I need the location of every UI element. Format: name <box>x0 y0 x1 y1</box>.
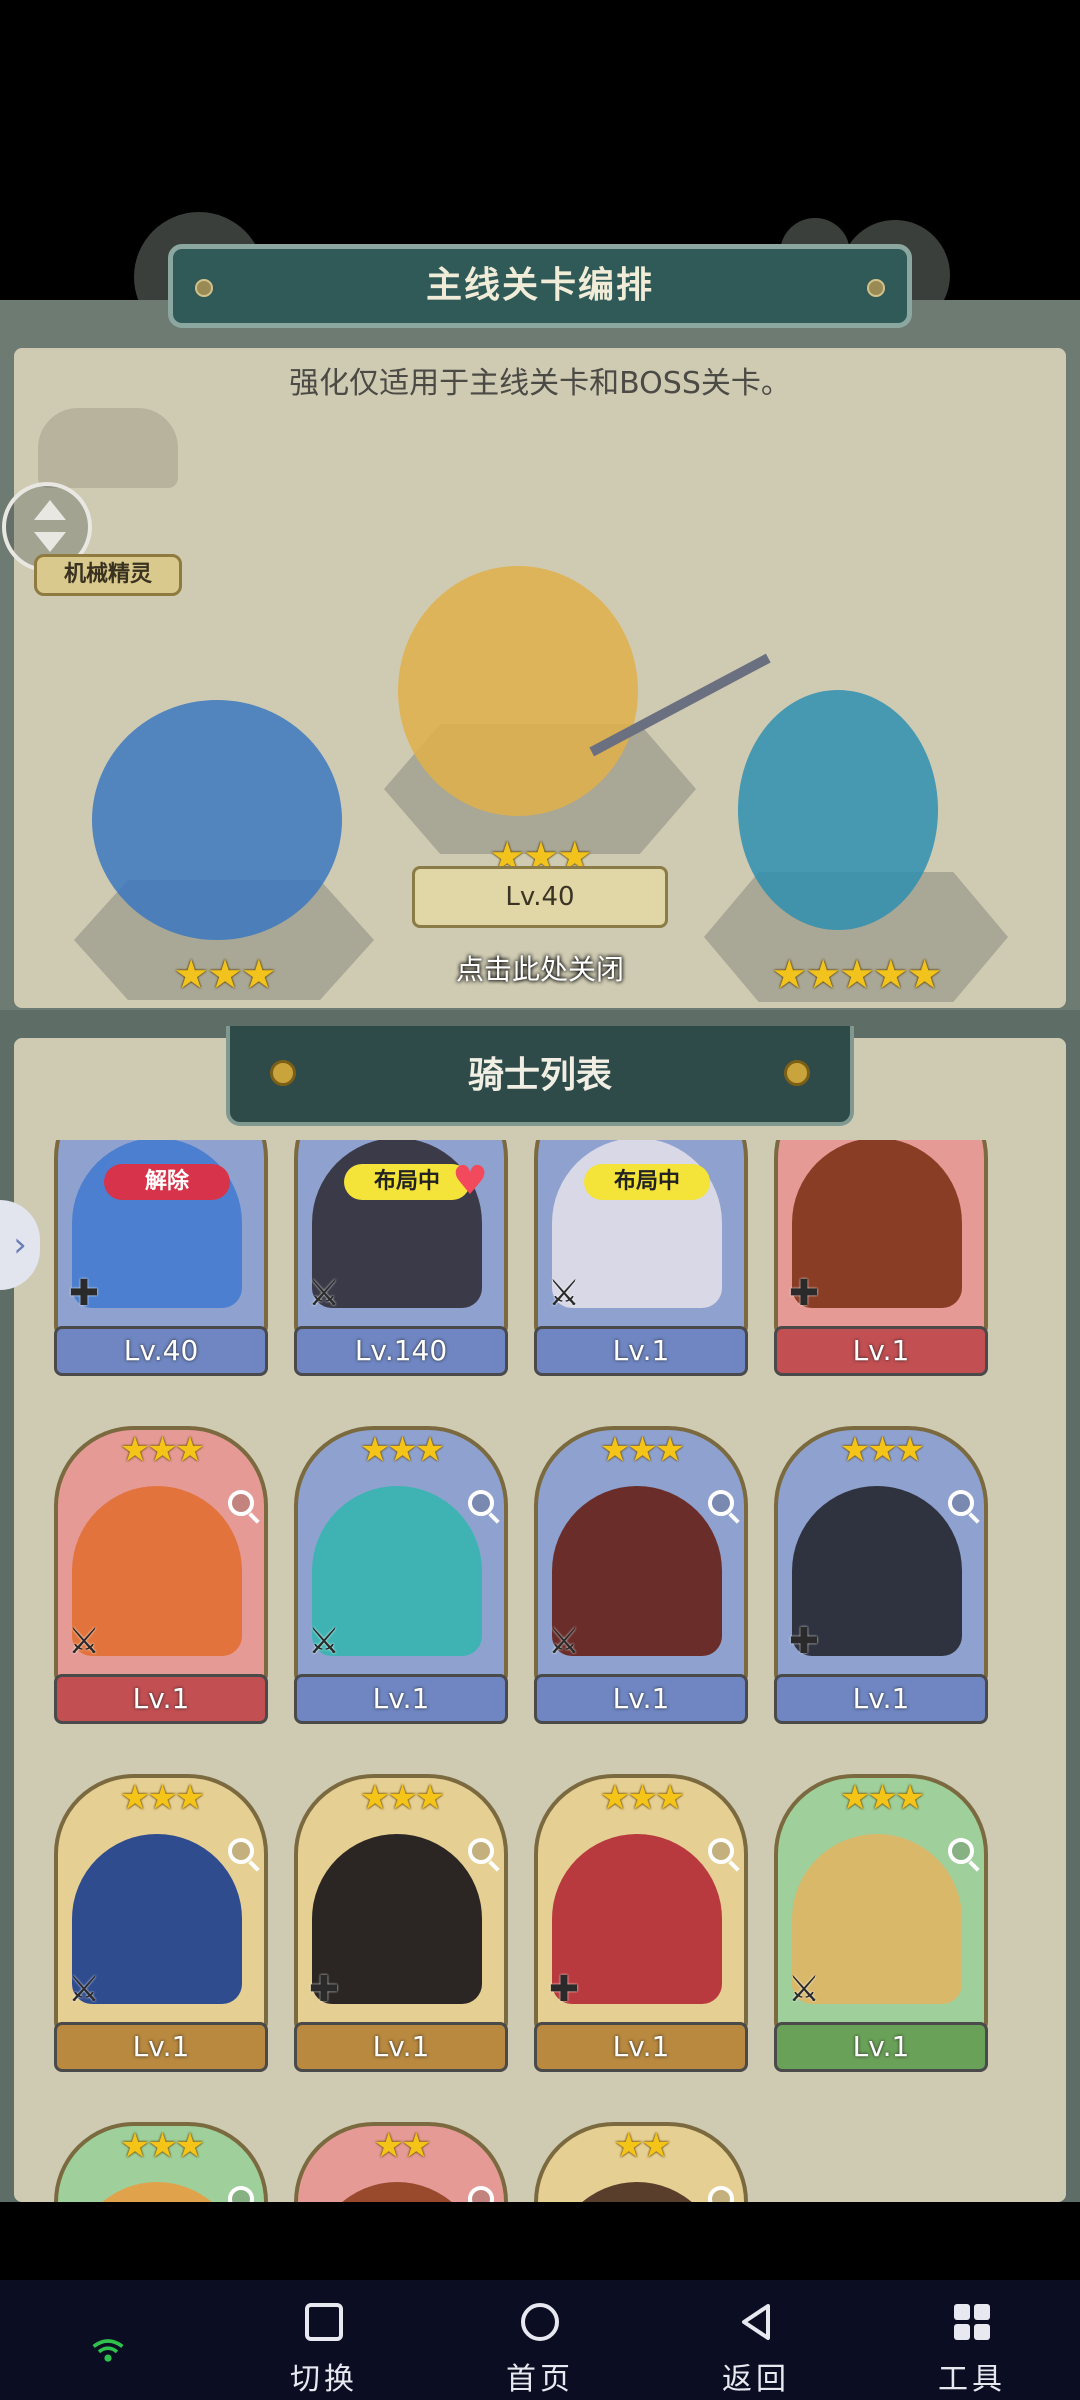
knight-stars: ★★★ <box>119 1430 205 1470</box>
knight-level: Lv.1 <box>54 2022 268 2072</box>
nav-tools-label: 工具 <box>938 2362 1006 2397</box>
knight-level: Lv.1 <box>534 2022 748 2072</box>
mech-sprite-tag[interactable]: 机械精灵 <box>34 554 182 596</box>
sword-weapon-icon: ⚔ <box>67 1969 101 2010</box>
heart-icon: ♥ <box>452 1158 488 1204</box>
nav-home-label: 首页 <box>506 2362 574 2397</box>
knight-card[interactable]: ✚ 解除 Lv.40 <box>54 1140 268 1378</box>
knight-level: Lv.1 <box>774 2022 988 2072</box>
sword-weapon-icon: ⚔ <box>787 1969 821 2010</box>
knight-card[interactable]: ★★★ ⚔ Lv.1 <box>774 1774 988 2074</box>
knight-stars: ★★ <box>373 2126 432 2166</box>
arrow-up-icon <box>34 500 66 520</box>
sword-weapon-icon: ⚔ <box>547 1273 581 1314</box>
knight-stars: ★★★ <box>599 1430 685 1470</box>
sword-weapon-icon: ⚔ <box>307 1621 341 1662</box>
cross-weapon-icon: ✚ <box>308 1969 340 2010</box>
knight-left-sprite[interactable] <box>92 700 342 940</box>
mech-sprite-silhouette <box>38 408 178 488</box>
knight-stars: ★★★ <box>359 1778 445 1818</box>
knight-center-sprite[interactable] <box>398 566 638 816</box>
magnify-icon[interactable] <box>948 1490 974 1516</box>
knight-status-badge[interactable]: 布局中 <box>344 1164 470 1200</box>
knight-level: Lv.1 <box>534 1326 748 1376</box>
knight-card[interactable]: ★★★ ⚔ Lv.1 <box>54 1426 268 1726</box>
nav-wifi <box>48 2296 168 2396</box>
knight-status-badge[interactable]: 布局中 <box>584 1164 710 1200</box>
center-level-text: Lv.40 <box>505 882 575 912</box>
knight-stars: ★★★ <box>359 1430 445 1470</box>
knight-card[interactable]: ★★ <box>534 2122 748 2202</box>
knight-stars: ★★★ <box>119 1778 205 1818</box>
nav-back-button[interactable]: 返回 <box>696 2296 816 2397</box>
knight-card[interactable]: ★★ <box>294 2122 508 2202</box>
magnify-icon[interactable] <box>228 1490 254 1516</box>
knight-card[interactable]: ★★★ ⚔ Lv.1 <box>294 1426 508 1726</box>
knight-right-sprite[interactable] <box>738 690 938 930</box>
square-icon <box>305 2303 343 2341</box>
knight-list-title: 骑士列表 <box>467 1055 612 1096</box>
bottom-spacer <box>0 2202 1080 2280</box>
knight-level: Lv.1 <box>774 1326 988 1376</box>
page-title: 主线关卡编排 <box>425 265 654 306</box>
sword-weapon-icon: ⚔ <box>547 1621 581 1662</box>
magnify-icon[interactable] <box>948 1838 974 1864</box>
knight-card[interactable]: ★★★ ✚ Lv.1 <box>774 1426 988 1726</box>
magnify-icon[interactable] <box>708 1490 734 1516</box>
knight-stars: ★★ <box>613 2126 672 2166</box>
knight-card[interactable]: ★★★ ✚ Lv.1 <box>534 1774 748 2074</box>
knight-stars: ★★★ <box>119 2126 205 2166</box>
knight-level: Lv.1 <box>774 1674 988 1724</box>
sword-weapon-icon: ⚔ <box>307 1273 341 1314</box>
cross-weapon-icon: ✚ <box>68 1273 100 1314</box>
grid-icon <box>954 2304 990 2340</box>
nav-switch-button[interactable]: 切换 <box>264 2296 384 2397</box>
formation-hint: 强化仅适用于主线关卡和BOSS关卡。 <box>289 366 791 401</box>
circle-icon <box>521 2303 559 2341</box>
cross-weapon-icon: ✚ <box>788 1273 820 1314</box>
magnify-icon[interactable] <box>228 1838 254 1864</box>
nav-tools-button[interactable]: 工具 <box>912 2296 1032 2397</box>
close-hint[interactable]: 点击此处关闭 <box>0 948 1080 988</box>
nav-switch-label: 切换 <box>290 2362 358 2397</box>
knight-card[interactable]: ★★★ ⚔ Lv.1 <box>534 1426 748 1726</box>
knight-stars: ★★★ <box>839 1430 925 1470</box>
wifi-icon <box>92 2339 124 2362</box>
knight-card[interactable]: ★★★ <box>54 2122 268 2202</box>
knight-level: Lv.1 <box>54 1674 268 1724</box>
nav-home-button[interactable]: 首页 <box>480 2296 600 2397</box>
knight-level: Lv.140 <box>294 1326 508 1376</box>
sword-weapon-icon: ⚔ <box>67 1621 101 1662</box>
knight-level: Lv.40 <box>54 1326 268 1376</box>
cross-weapon-icon: ✚ <box>788 1621 820 1662</box>
cross-weapon-icon: ✚ <box>548 1969 580 2010</box>
knight-card[interactable]: ⚔ 布局中 ♥ Lv.140 <box>294 1140 508 1378</box>
nav-back-label: 返回 <box>722 2362 790 2397</box>
knight-grid[interactable]: ✚ 解除 Lv.40 ⚔ 布局中 ♥ Lv.140 ⚔ 布局中 Lv.1 ✚ Lv.1 ★★★ ⚔ Lv.1… <box>14 1140 1066 2202</box>
knight-card[interactable]: ★★★ ✚ Lv.1 <box>294 1774 508 2074</box>
knight-stars: ★★★ <box>839 1778 925 1818</box>
knight-card[interactable]: ⚔ 布局中 Lv.1 <box>534 1140 748 1378</box>
knight-level: Lv.1 <box>294 2022 508 2072</box>
knight-level: Lv.1 <box>534 1674 748 1724</box>
knight-level: Lv.1 <box>294 1674 508 1724</box>
magnify-icon[interactable] <box>468 1490 494 1516</box>
knight-card[interactable]: ✚ Lv.1 <box>774 1140 988 1378</box>
back-triangle-icon <box>742 2304 770 2340</box>
arrow-down-icon <box>34 532 66 552</box>
knight-card[interactable]: ★★★ ⚔ Lv.1 <box>54 1774 268 2074</box>
magnify-icon[interactable] <box>708 1838 734 1864</box>
magnify-icon[interactable] <box>468 1838 494 1864</box>
knight-status-badge[interactable]: 解除 <box>104 1164 230 1200</box>
knight-stars: ★★★ <box>599 1778 685 1818</box>
